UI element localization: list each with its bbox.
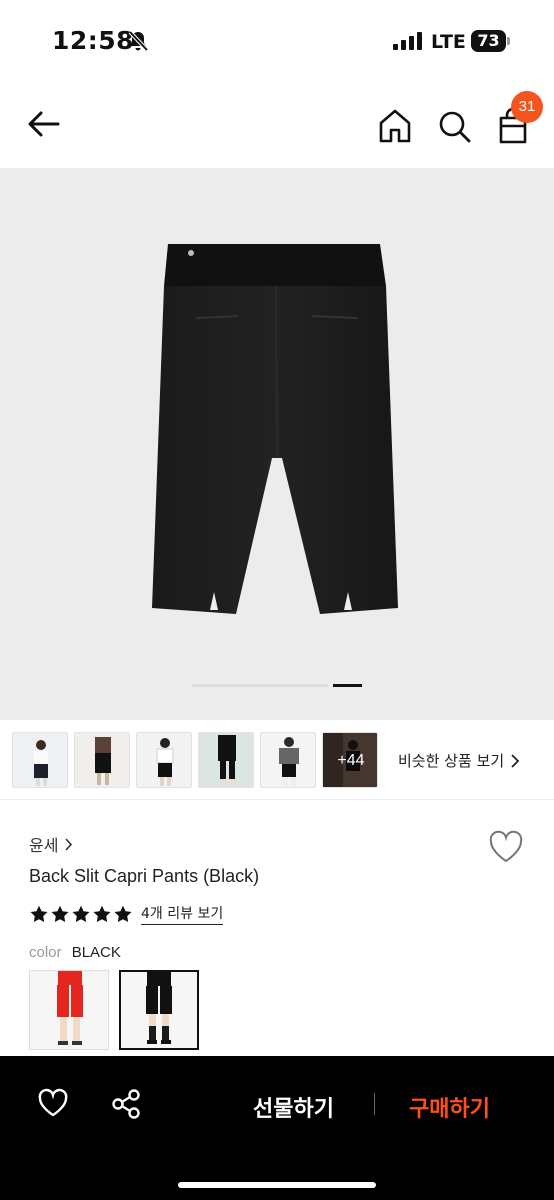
home-indicator[interactable] bbox=[178, 1182, 376, 1188]
battery-level: 73 bbox=[471, 30, 506, 52]
star-icon bbox=[30, 905, 48, 922]
bottom-action-bar: 선물하기 구매하기 bbox=[0, 1056, 554, 1200]
chevron-right-icon bbox=[65, 837, 73, 851]
bottom-bar-divider bbox=[374, 1093, 375, 1115]
color-value: BLACK bbox=[71, 944, 121, 961]
status-bar: 12:58 LTE 73 bbox=[0, 0, 554, 84]
reviews-link[interactable]: 4개 리뷰 보기 bbox=[141, 903, 224, 925]
status-time: 12:58 bbox=[52, 26, 135, 55]
thumbnail-5[interactable] bbox=[260, 732, 316, 788]
thumbnail-more[interactable]: +44 bbox=[322, 732, 378, 788]
top-nav-bar bbox=[0, 84, 554, 168]
bell-off-icon bbox=[128, 30, 149, 52]
buy-button[interactable]: 구매하기 bbox=[409, 1091, 490, 1123]
similar-products-link[interactable]: 비슷한 상품 보기 bbox=[398, 750, 520, 771]
gift-button[interactable]: 선물하기 bbox=[253, 1091, 334, 1123]
color-label: color bbox=[29, 944, 62, 961]
seller-link[interactable]: 윤세 bbox=[29, 832, 73, 856]
product-image-carousel[interactable] bbox=[0, 168, 554, 720]
color-swatch-red[interactable] bbox=[29, 970, 109, 1050]
heart-icon[interactable] bbox=[37, 1088, 69, 1118]
carousel-pager-track bbox=[192, 684, 328, 687]
chevron-right-icon bbox=[511, 753, 520, 768]
thumbnail-2[interactable] bbox=[74, 732, 130, 788]
carousel-pager-active bbox=[333, 684, 362, 687]
signal-icon bbox=[393, 32, 422, 50]
favorite-heart-icon[interactable] bbox=[488, 830, 524, 864]
star-icon bbox=[51, 905, 69, 922]
home-icon[interactable] bbox=[375, 106, 415, 146]
thumbnail-1[interactable] bbox=[12, 732, 68, 788]
star-icon bbox=[72, 905, 90, 922]
color-swatch-black[interactable] bbox=[119, 970, 199, 1050]
star-icon bbox=[114, 905, 132, 922]
product-title: Back Slit Capri Pants (Black) bbox=[29, 866, 260, 886]
thumbnail-more-count: +44 bbox=[323, 733, 377, 787]
star-icon bbox=[93, 905, 111, 922]
thumbnail-3[interactable] bbox=[136, 732, 192, 788]
seller-name: 윤세 bbox=[29, 836, 59, 855]
star-rating bbox=[29, 905, 133, 923]
search-icon[interactable] bbox=[434, 106, 474, 146]
battery-icon: 73 bbox=[471, 30, 511, 52]
thumbnail-4[interactable] bbox=[198, 732, 254, 788]
network-type: LTE bbox=[431, 31, 466, 53]
similar-thumbnails-row: +44 비슷한 상품 보기 bbox=[0, 720, 554, 800]
rating-row: 4개 리뷰 보기 bbox=[29, 903, 224, 925]
similar-products-label: 비슷한 상품 보기 bbox=[398, 752, 505, 770]
cart-count-badge: 31 bbox=[511, 91, 543, 123]
back-arrow-icon[interactable] bbox=[24, 104, 64, 144]
share-icon[interactable] bbox=[110, 1088, 142, 1120]
product-photo-pants bbox=[152, 244, 398, 614]
color-row: color BLACK bbox=[29, 944, 121, 961]
